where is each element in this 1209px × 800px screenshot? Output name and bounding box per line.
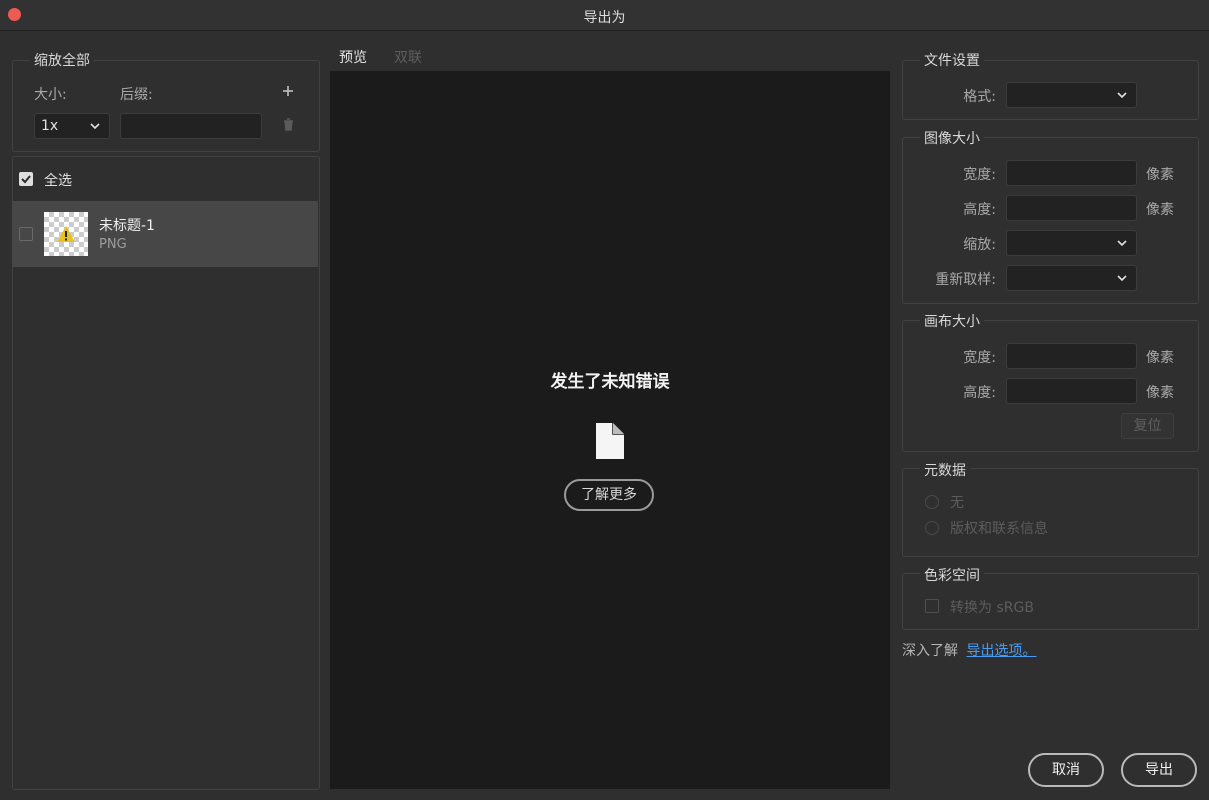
scale-select[interactable] [1006, 230, 1137, 256]
image-height-unit: 像素 [1146, 202, 1174, 218]
tab-preview[interactable]: 预览 [337, 47, 369, 73]
resample-label: 重新取样: [935, 272, 996, 288]
scale-all-title: 缩放全部 [30, 50, 94, 70]
convert-srgb-label: 转换为 sRGB [950, 600, 1034, 616]
chevron-down-icon [1117, 240, 1127, 247]
file-settings-title: 文件设置 [920, 50, 984, 70]
size-select[interactable]: 1x [34, 113, 110, 139]
learn-more-text: 深入了解 导出选项。 [902, 640, 1036, 660]
size-select-value: 1x [41, 118, 59, 134]
reset-button[interactable]: 复位 [1121, 413, 1174, 439]
canvas-width-label: 宽度: [963, 350, 996, 366]
checkmark-icon [21, 175, 31, 184]
resample-select[interactable] [1006, 265, 1137, 291]
format-label: 格式: [963, 89, 996, 105]
suffix-label: 后缀: [120, 87, 153, 103]
suffix-input[interactable] [120, 113, 262, 139]
image-width-label: 宽度: [963, 167, 996, 183]
asset-list-item[interactable]: 未标题-1 PNG [12, 201, 318, 267]
canvas-height-unit: 像素 [1146, 385, 1174, 401]
asset-thumbnail [44, 212, 88, 256]
asset-name: 未标题-1 [99, 218, 155, 234]
size-label: 大小: [34, 87, 67, 103]
canvas-width-unit: 像素 [1146, 350, 1174, 366]
convert-srgb-checkbox[interactable] [925, 599, 939, 613]
window-title: 导出为 [583, 10, 626, 26]
chevron-down-icon [1117, 275, 1127, 282]
image-height-input[interactable] [1006, 195, 1137, 221]
format-select[interactable] [1006, 82, 1137, 108]
warning-icon [57, 226, 75, 242]
asset-checkbox[interactable] [19, 227, 33, 241]
select-all-checkbox[interactable] [19, 172, 33, 186]
metadata-none-label: 无 [950, 495, 964, 511]
asset-format: PNG [99, 237, 127, 252]
export-options-link[interactable]: 导出选项。 [966, 643, 1036, 659]
preview-area: 发生了未知错误 了解更多 [330, 71, 890, 789]
select-all-label: 全选 [44, 173, 72, 189]
export-button[interactable]: 导出 [1121, 753, 1197, 787]
image-width-unit: 像素 [1146, 167, 1174, 183]
canvas-size-title: 画布大小 [920, 311, 984, 331]
metadata-copyright-label: 版权和联系信息 [950, 521, 1048, 537]
image-width-input[interactable] [1006, 160, 1137, 186]
metadata-none-radio[interactable] [925, 495, 939, 509]
image-height-label: 高度: [963, 202, 996, 218]
color-space-title: 色彩空间 [920, 565, 984, 585]
canvas-width-input[interactable] [1006, 343, 1137, 369]
image-size-title: 图像大小 [920, 128, 984, 148]
file-icon [596, 423, 624, 459]
tab-2up[interactable]: 双联 [394, 47, 422, 67]
title-bar: 导出为 [0, 0, 1209, 31]
learn-more-prefix: 深入了解 [902, 643, 958, 659]
metadata-copyright-radio[interactable] [925, 521, 939, 535]
scale-label: 缩放: [963, 237, 996, 253]
learn-more-button[interactable]: 了解更多 [564, 479, 654, 511]
trash-icon[interactable] [283, 116, 294, 135]
error-message: 发生了未知错误 [550, 372, 670, 392]
canvas-height-label: 高度: [963, 385, 996, 401]
chevron-down-icon [1117, 92, 1127, 99]
cancel-button[interactable]: 取消 [1028, 753, 1104, 787]
chevron-down-icon [90, 123, 100, 130]
plus-icon[interactable] [282, 82, 294, 101]
metadata-title: 元数据 [920, 460, 970, 480]
canvas-height-input[interactable] [1006, 378, 1137, 404]
metadata-panel [902, 468, 1199, 557]
